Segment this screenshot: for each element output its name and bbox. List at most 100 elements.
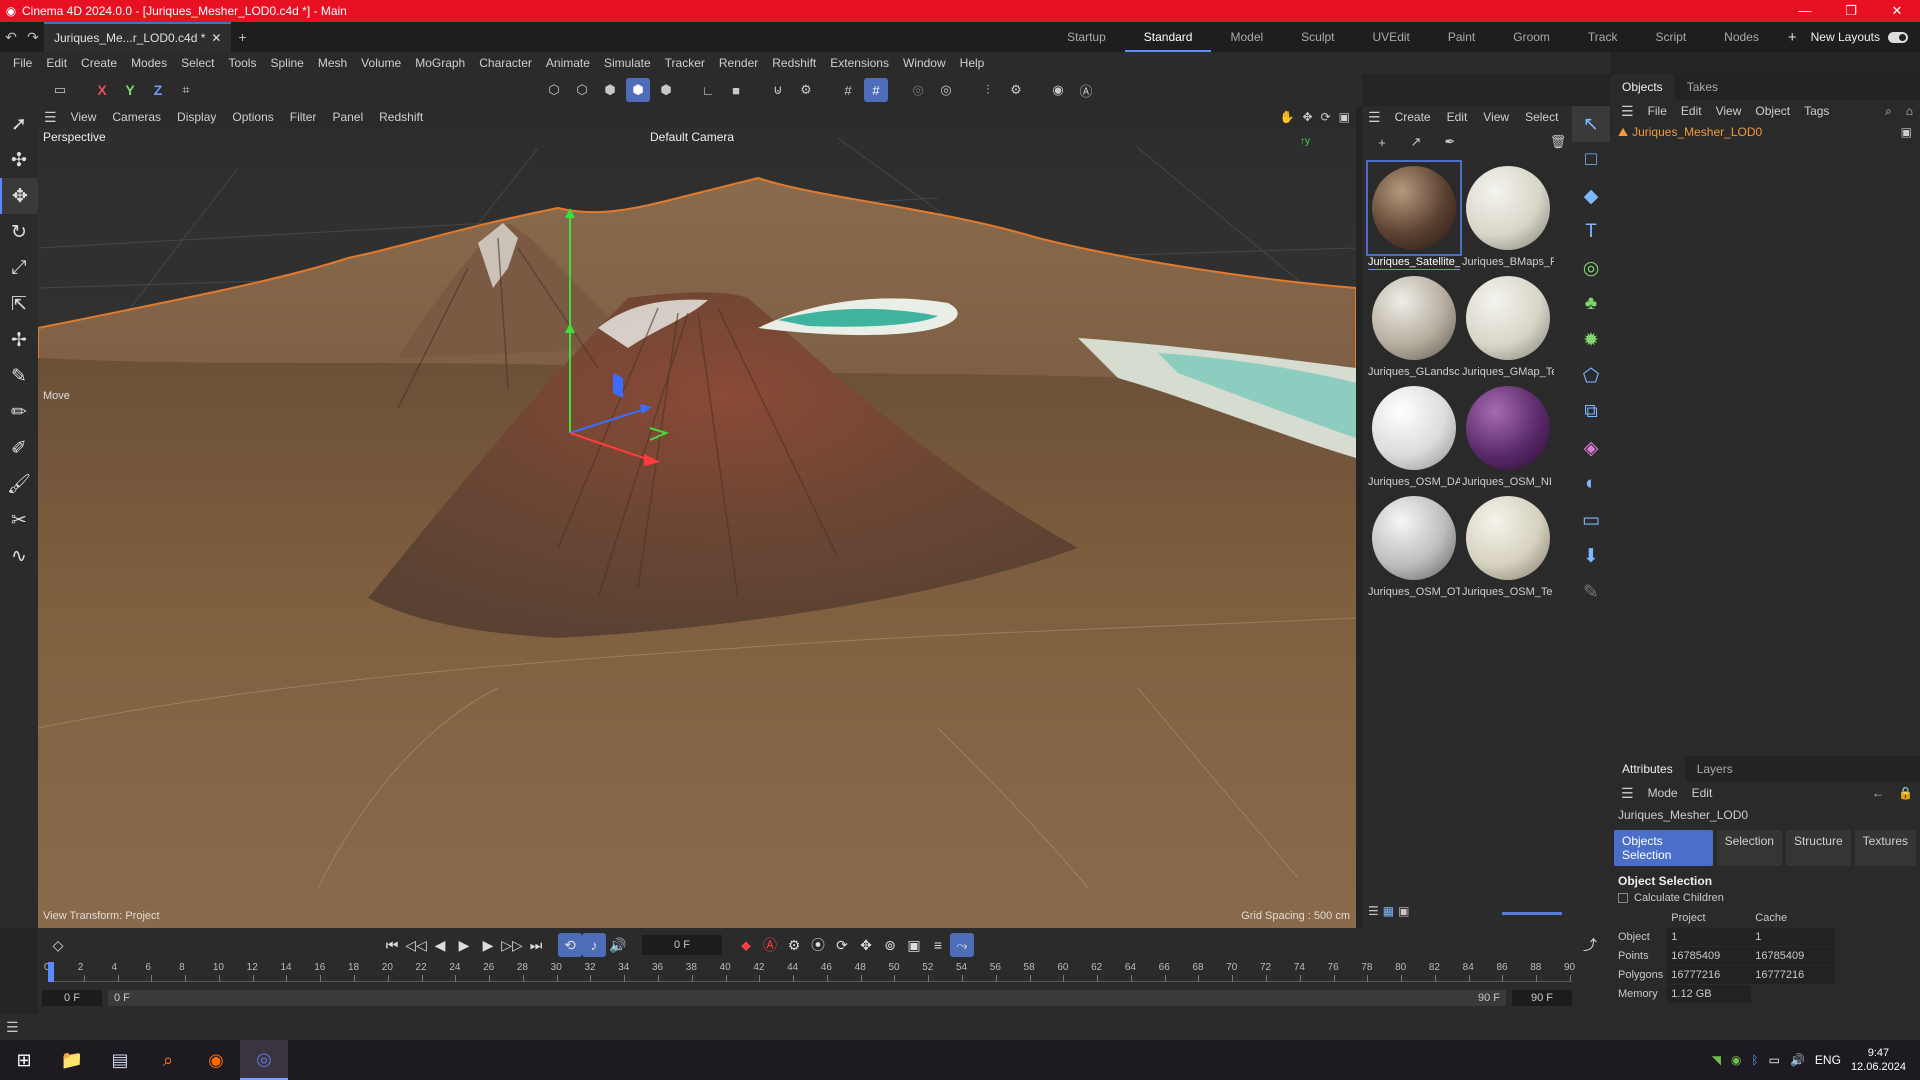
free-transform-icon[interactable]: ✢ — [0, 322, 38, 358]
material-swatch[interactable]: Juriques_OSM_DA — [1368, 382, 1460, 492]
calc-children-checkbox[interactable] — [1618, 893, 1628, 903]
viewport-rotate-icon[interactable]: ⟳ — [1317, 110, 1335, 124]
structure-button[interactable]: Structure — [1785, 830, 1851, 866]
layout-groom[interactable]: Groom — [1494, 30, 1569, 44]
delete-material-icon[interactable]: 🗑 — [1546, 130, 1570, 154]
add-layout-icon[interactable]: + — [1778, 29, 1807, 46]
menu-render[interactable]: Render — [712, 56, 765, 70]
viewport-menu-view[interactable]: View — [63, 110, 105, 124]
menu-tools[interactable]: Tools — [221, 56, 263, 70]
tab-takes[interactable]: Takes — [1675, 74, 1730, 100]
text-icon[interactable]: T — [1572, 214, 1610, 250]
timeline-ruler[interactable]: 0 2 4 6 8 10 12 14 16 18 20 22 24 26 28 30 32 34 36 38 40 42 4… — [44, 962, 1575, 982]
back-arrow-icon[interactable]: ← — [1865, 786, 1891, 800]
attributes-hamburger-icon[interactable]: ☰ — [1614, 785, 1641, 802]
objects-menu-file[interactable]: File — [1641, 104, 1674, 118]
key-settings-icon[interactable]: ⚙ — [782, 933, 806, 957]
environment-icon[interactable]: ◐ — [1572, 466, 1610, 502]
deformer-icon[interactable]: ⬠ — [1572, 358, 1610, 394]
menu-extensions[interactable]: Extensions — [823, 56, 896, 70]
material-hamburger-icon[interactable]: ☰ — [1362, 109, 1387, 126]
status-menu-icon[interactable]: ☰ — [6, 1019, 19, 1036]
objects-selection-button[interactable]: Objects Selection — [1614, 830, 1713, 866]
cube-icon[interactable]: ◆ — [1572, 178, 1610, 214]
motion-path-icon[interactable]: ⤳ — [950, 933, 974, 957]
viewport-maximize-icon[interactable]: ▣ — [1335, 110, 1356, 124]
start-frame-field[interactable]: 0 F — [42, 990, 102, 1006]
light-icon[interactable]: ⬇ — [1572, 538, 1610, 574]
layout-script[interactable]: Script — [1636, 30, 1705, 44]
sculpt-icon[interactable]: ✎ — [1572, 574, 1610, 610]
workplane-icon[interactable]: # — [864, 78, 888, 102]
menu-mesh[interactable]: Mesh — [311, 56, 354, 70]
layout-uvedit[interactable]: UVEdit — [1354, 30, 1429, 44]
material-menu-view[interactable]: View — [1475, 110, 1517, 124]
symmetry-settings-icon[interactable]: ⚙ — [1004, 78, 1028, 102]
volume-icon[interactable]: 🔊 — [1790, 1053, 1805, 1067]
restore-button[interactable]: ❐ — [1828, 3, 1874, 19]
axis-mode-icon[interactable]: ∟ — [696, 78, 720, 102]
current-frame-field[interactable]: 0 F — [642, 935, 722, 955]
layout-track[interactable]: Track — [1569, 30, 1637, 44]
menu-spline[interactable]: Spline — [263, 56, 310, 70]
layout-standard[interactable]: Standard — [1124, 22, 1212, 52]
layout-startup[interactable]: Startup — [1048, 30, 1125, 44]
menu-volume[interactable]: Volume — [354, 56, 408, 70]
autokey-icon[interactable]: Ⓐ — [1074, 78, 1098, 102]
spline-icon[interactable]: □ — [1572, 142, 1610, 178]
play-button[interactable]: ▶ — [452, 933, 476, 957]
objects-menu-tags[interactable]: Tags — [1797, 104, 1836, 118]
objects-menu-view[interactable]: View — [1709, 104, 1749, 118]
polygons-mode-icon[interactable]: ⬢ — [598, 78, 622, 102]
live-selection-icon[interactable]: ➚ — [0, 106, 38, 142]
material-menu-edit[interactable]: Edit — [1439, 110, 1476, 124]
viewport-menu-redshift[interactable]: Redshift — [371, 110, 431, 124]
loop-icon[interactable]: ⟲ — [558, 933, 582, 957]
material-swatch[interactable]: Juriques_Satellite_ — [1366, 160, 1462, 272]
tab-objects[interactable]: Objects — [1610, 74, 1675, 100]
layout-model[interactable]: Model — [1211, 30, 1282, 44]
render-view-icon[interactable]: ◎ — [906, 78, 930, 102]
prev-key-button[interactable]: ◁◁ — [404, 933, 428, 957]
go-to-start-button[interactable]: ⏮ — [380, 933, 404, 957]
menu-modes[interactable]: Modes — [124, 56, 174, 70]
scale-tool-icon[interactable]: ⤢ — [0, 250, 38, 286]
viewport-menu-display[interactable]: Display — [169, 110, 224, 124]
selection-button[interactable]: Selection — [1716, 830, 1782, 866]
object-row[interactable]: ⛰ Juriques_Mesher_LOD0 ▣ — [1610, 122, 1920, 142]
timeline-layers-icon[interactable]: ≡ — [926, 933, 950, 957]
attributes-menu-mode[interactable]: Mode — [1641, 786, 1685, 800]
symmetry-icon[interactable]: ⫶ — [976, 78, 1000, 102]
visibility-icon[interactable]: ◉ — [1046, 78, 1070, 102]
material-swatch[interactable]: Juriques_BMaps_F — [1462, 162, 1554, 272]
material-swatch[interactable]: Juriques_GMap_Te — [1462, 272, 1554, 382]
material-menu-create[interactable]: Create — [1387, 110, 1439, 124]
material-menu-select[interactable]: Select — [1517, 110, 1566, 124]
cloner-icon[interactable]: ♣ — [1572, 286, 1610, 322]
spline-smooth-icon[interactable]: ∿ — [0, 538, 38, 574]
snap-icon[interactable]: ⊍ — [766, 78, 790, 102]
close-button[interactable]: ✕ — [1874, 3, 1920, 19]
menu-simulate[interactable]: Simulate — [597, 56, 658, 70]
firefox-icon[interactable]: ◉ — [192, 1040, 240, 1080]
cursor-icon[interactable]: ↖ — [1572, 106, 1610, 142]
key-pla-icon[interactable]: ▣ — [902, 933, 926, 957]
sound-icon[interactable]: ♪ — [582, 933, 606, 957]
camera-label[interactable]: Default Camera — [650, 130, 734, 144]
solo-icon[interactable]: ■ — [724, 78, 748, 102]
next-frame-button[interactable]: ▶ — [476, 933, 500, 957]
transform-tool-icon[interactable]: ⇱ — [0, 286, 38, 322]
objects-search-icon[interactable]: ⌕ — [1878, 104, 1899, 119]
viewport-menu-options[interactable]: Options — [224, 110, 281, 124]
new-layouts-label[interactable]: New Layouts — [1807, 30, 1884, 44]
y-axis-lock[interactable]: Y — [118, 78, 142, 102]
coordinate-system-icon[interactable]: ⌗ — [174, 78, 198, 102]
effector-icon[interactable]: ✹ — [1572, 322, 1610, 358]
keyframe-icon[interactable]: ◇ — [46, 933, 70, 957]
close-tab-icon[interactable]: ✕ — [211, 31, 221, 45]
object-mode-icon[interactable]: ⬢ — [626, 78, 650, 102]
autokey-record-icon[interactable]: Ⓐ — [758, 933, 782, 957]
search-app-icon[interactable]: ⌕ — [144, 1040, 192, 1080]
add-tab-button[interactable]: + — [231, 26, 253, 48]
viewport-menu-filter[interactable]: Filter — [282, 110, 325, 124]
